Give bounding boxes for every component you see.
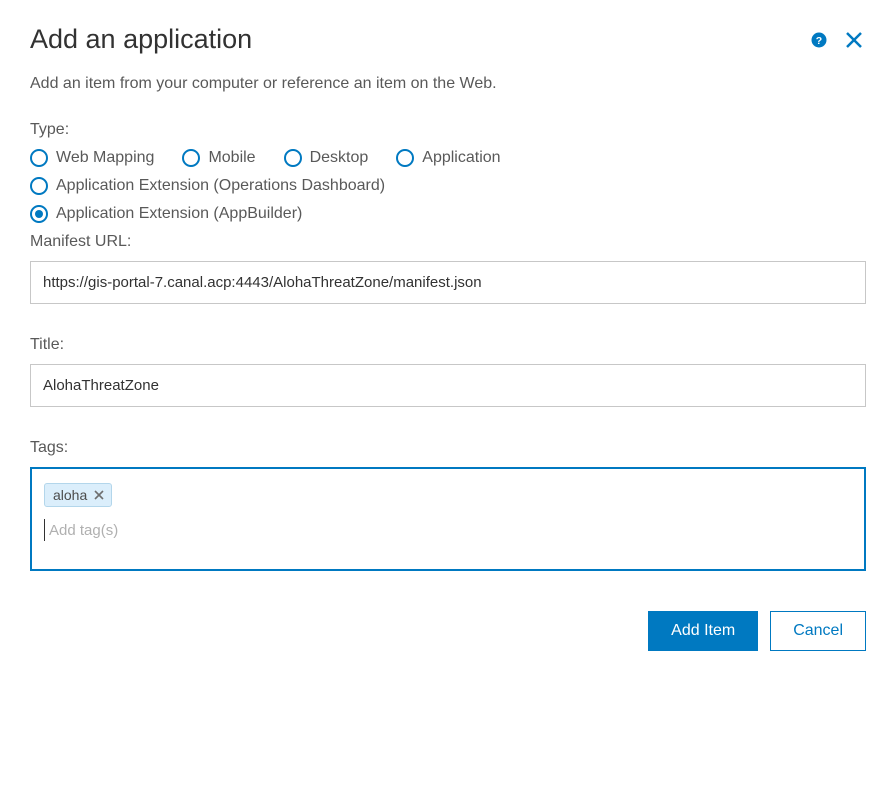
type-label: Type: xyxy=(30,121,866,139)
tag-remove-icon[interactable] xyxy=(93,489,105,501)
radio-label: Application Extension (Operations Dashbo… xyxy=(56,177,385,195)
radio-label: Application Extension (AppBuilder) xyxy=(56,205,302,223)
add-item-button[interactable]: Add Item xyxy=(648,611,758,651)
radio-extension-ops-dashboard[interactable]: Application Extension (Operations Dashbo… xyxy=(30,177,385,195)
title-field-label: Title: xyxy=(30,336,866,354)
cancel-button[interactable]: Cancel xyxy=(770,611,866,651)
radio-web-mapping[interactable]: Web Mapping xyxy=(30,149,154,167)
radio-label: Desktop xyxy=(310,149,369,167)
manifest-url-label: Manifest URL: xyxy=(30,233,866,251)
radio-icon xyxy=(396,149,414,167)
radio-icon xyxy=(182,149,200,167)
dialog-subtitle: Add an item from your computer or refere… xyxy=(30,75,866,93)
type-radio-group: Web Mapping Mobile Desktop Application A… xyxy=(30,149,866,223)
radio-icon xyxy=(30,149,48,167)
tags-label: Tags: xyxy=(30,439,866,457)
svg-text:?: ? xyxy=(816,34,822,46)
radio-desktop[interactable]: Desktop xyxy=(284,149,369,167)
radio-extension-appbuilder[interactable]: Application Extension (AppBuilder) xyxy=(30,205,302,223)
header-icon-group: ? xyxy=(810,28,866,52)
radio-label: Mobile xyxy=(208,149,255,167)
radio-mobile[interactable]: Mobile xyxy=(182,149,255,167)
radio-icon xyxy=(30,205,48,223)
radio-application[interactable]: Application xyxy=(396,149,500,167)
radio-label: Web Mapping xyxy=(56,149,154,167)
tag-text: aloha xyxy=(53,487,87,503)
radio-icon xyxy=(30,177,48,195)
help-icon[interactable]: ? xyxy=(810,31,828,49)
dialog-footer: Add Item Cancel xyxy=(30,611,866,651)
tag-chip: aloha xyxy=(44,483,112,507)
dialog-title: Add an application xyxy=(30,24,252,55)
radio-icon xyxy=(284,149,302,167)
tags-text-input[interactable] xyxy=(45,522,852,539)
close-icon[interactable] xyxy=(842,28,866,52)
manifest-url-input[interactable] xyxy=(30,261,866,304)
tags-input-container[interactable]: aloha xyxy=(30,467,866,571)
title-input[interactable] xyxy=(30,364,866,407)
radio-label: Application xyxy=(422,149,500,167)
